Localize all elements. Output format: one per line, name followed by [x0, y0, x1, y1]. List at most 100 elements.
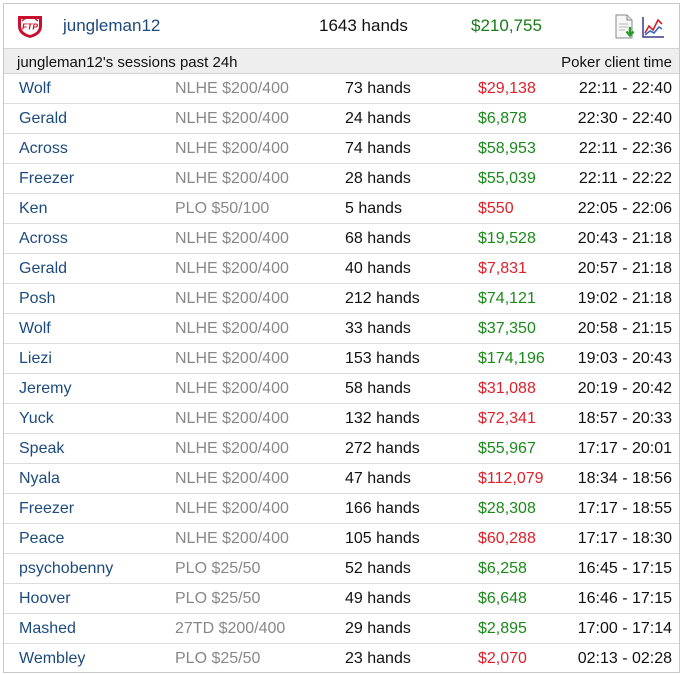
session-row[interactable]: Posh NLHE $200/400 212 hands $74,121 19:02 -…	[4, 284, 679, 314]
session-player-link[interactable]: Across	[19, 140, 68, 158]
session-amount: $55,039	[478, 170, 536, 187]
session-amount: $6,258	[478, 560, 527, 577]
session-time: 02:13 - 02:28	[577, 650, 672, 667]
session-hands: 73 hands	[345, 80, 411, 97]
session-game: 27TD $200/400	[175, 620, 286, 637]
session-hands: 29 hands	[345, 620, 411, 637]
sessions-panel: FTP jungleman12 1643 hands $210,755 jung…	[3, 3, 680, 673]
session-game: NLHE $200/400	[175, 80, 289, 97]
session-player-link[interactable]: Ken	[19, 200, 47, 218]
svg-text:FTP: FTP	[22, 22, 38, 32]
session-row[interactable]: psychobenny PLO $25/50 52 hands $6,258 16:45…	[4, 554, 679, 584]
session-player-link[interactable]: Across	[19, 230, 68, 248]
session-player-link[interactable]: Yuck	[19, 410, 54, 428]
session-row[interactable]: Freezer NLHE $200/400 28 hands $55,039 22:11…	[4, 164, 679, 194]
session-hands: 212 hands	[345, 290, 420, 307]
session-time: 17:00 - 17:14	[577, 620, 672, 637]
session-time: 19:02 - 21:18	[577, 290, 672, 307]
session-row[interactable]: Nyala NLHE $200/400 47 hands $112,079 18:34 …	[4, 464, 679, 494]
session-time: 18:34 - 18:56	[577, 470, 672, 487]
session-row[interactable]: Wembley PLO $25/50 23 hands $2,070 02:13 - 0…	[4, 644, 679, 674]
session-game: NLHE $200/400	[175, 260, 289, 277]
session-game: NLHE $200/400	[175, 110, 289, 127]
session-row[interactable]: Across NLHE $200/400 68 hands $19,528 20:43 …	[4, 224, 679, 254]
session-row[interactable]: Gerald NLHE $200/400 24 hands $6,878 22:30 -…	[4, 104, 679, 134]
session-player-link[interactable]: Speak	[19, 440, 64, 458]
session-time: 17:17 - 18:30	[577, 530, 672, 547]
session-row[interactable]: Ken PLO $50/100 5 hands $550 22:05 - 22:06	[4, 194, 679, 224]
session-amount: $31,088	[478, 380, 536, 397]
session-player-link[interactable]: Peace	[19, 530, 64, 548]
session-game: PLO $50/100	[175, 200, 270, 217]
session-player-link[interactable]: Gerald	[19, 260, 67, 278]
session-hands: 153 hands	[345, 350, 420, 367]
full-tilt-poker-logo-icon[interactable]: FTP	[15, 13, 45, 39]
session-game: NLHE $200/400	[175, 380, 289, 397]
session-amount: $2,070	[478, 650, 527, 667]
session-player-link[interactable]: Jeremy	[19, 380, 71, 398]
session-player-link[interactable]: Nyala	[19, 470, 60, 488]
session-time: 16:45 - 17:15	[577, 560, 672, 577]
session-game: NLHE $200/400	[175, 170, 289, 187]
session-row[interactable]: Gerald NLHE $200/400 40 hands $7,831 20:57 -…	[4, 254, 679, 284]
session-row[interactable]: Jeremy NLHE $200/400 58 hands $31,088 20:19 …	[4, 374, 679, 404]
session-player-link[interactable]: Wolf	[19, 80, 51, 98]
total-amount: $210,755	[471, 16, 542, 35]
document-download-icon[interactable]	[613, 14, 637, 40]
session-player-link[interactable]: Wembley	[19, 650, 85, 668]
session-time: 20:19 - 20:42	[577, 380, 672, 397]
session-time: 17:17 - 18:55	[577, 500, 672, 517]
player-name-link[interactable]: jungleman12	[63, 16, 160, 36]
session-player-link[interactable]: Freezer	[19, 500, 74, 518]
session-time: 22:30 - 22:40	[577, 110, 672, 127]
session-player-link[interactable]: psychobenny	[19, 560, 113, 578]
session-amount: $74,121	[478, 290, 536, 307]
session-row[interactable]: Yuck NLHE $200/400 132 hands $72,341 18:57 -…	[4, 404, 679, 434]
session-time: 22:05 - 22:06	[577, 200, 672, 217]
session-player-link[interactable]: Freezer	[19, 170, 74, 188]
session-amount: $6,878	[478, 110, 527, 127]
session-row[interactable]: Hoover PLO $25/50 49 hands $6,648 16:46 - 17…	[4, 584, 679, 614]
session-amount: $6,648	[478, 590, 527, 607]
sessions-subheader: jungleman12's sessions past 24h Poker cl…	[4, 48, 679, 74]
session-game: NLHE $200/400	[175, 440, 289, 457]
session-player-link[interactable]: Wolf	[19, 320, 51, 338]
session-row[interactable]: Freezer NLHE $200/400 166 hands $28,308 17:1…	[4, 494, 679, 524]
session-player-link[interactable]: Gerald	[19, 110, 67, 128]
session-amount: $72,341	[478, 410, 536, 427]
session-hands: 132 hands	[345, 410, 420, 427]
session-time: 22:11 - 22:22	[578, 170, 672, 187]
line-graph-icon[interactable]	[641, 14, 665, 40]
session-game: NLHE $200/400	[175, 230, 289, 247]
session-game: PLO $25/50	[175, 560, 261, 577]
session-hands: 28 hands	[345, 170, 411, 187]
session-row[interactable]: Mashed 27TD $200/400 29 hands $2,895 17:00 -…	[4, 614, 679, 644]
session-amount: $112,079	[478, 470, 544, 487]
session-game: NLHE $200/400	[175, 320, 289, 337]
session-player-link[interactable]: Hoover	[19, 590, 71, 608]
session-game: PLO $25/50	[175, 590, 261, 607]
session-time: 20:57 - 21:18	[577, 260, 672, 277]
session-hands: 24 hands	[345, 110, 411, 127]
session-time: 22:11 - 22:40	[578, 80, 672, 97]
session-row[interactable]: Across NLHE $200/400 74 hands $58,953 22:11 …	[4, 134, 679, 164]
session-row[interactable]: Wolf NLHE $200/400 33 hands $37,350 20:58 - …	[4, 314, 679, 344]
session-time: 17:17 - 20:01	[577, 440, 672, 457]
session-player-link[interactable]: Posh	[19, 290, 55, 308]
session-time: 16:46 - 17:15	[577, 590, 672, 607]
session-row[interactable]: Speak NLHE $200/400 272 hands $55,967 17:17 …	[4, 434, 679, 464]
session-row[interactable]: Liezi NLHE $200/400 153 hands $174,196 19:03…	[4, 344, 679, 374]
time-zone-label: Poker client time	[561, 54, 672, 71]
session-player-link[interactable]: Liezi	[19, 350, 52, 368]
session-amount: $174,196	[478, 350, 545, 367]
session-game: PLO $25/50	[175, 650, 261, 667]
session-time: 20:43 - 21:18	[577, 230, 672, 247]
session-time: 20:58 - 21:15	[577, 320, 672, 337]
session-time: 22:11 - 22:36	[578, 140, 672, 157]
session-player-link[interactable]: Mashed	[19, 620, 76, 638]
session-hands: 68 hands	[345, 230, 411, 247]
session-row[interactable]: Peace NLHE $200/400 105 hands $60,288 17:17 …	[4, 524, 679, 554]
session-game: NLHE $200/400	[175, 470, 289, 487]
session-game: NLHE $200/400	[175, 290, 289, 307]
session-row[interactable]: Wolf NLHE $200/400 73 hands $29,138 22:11 - …	[4, 74, 679, 104]
